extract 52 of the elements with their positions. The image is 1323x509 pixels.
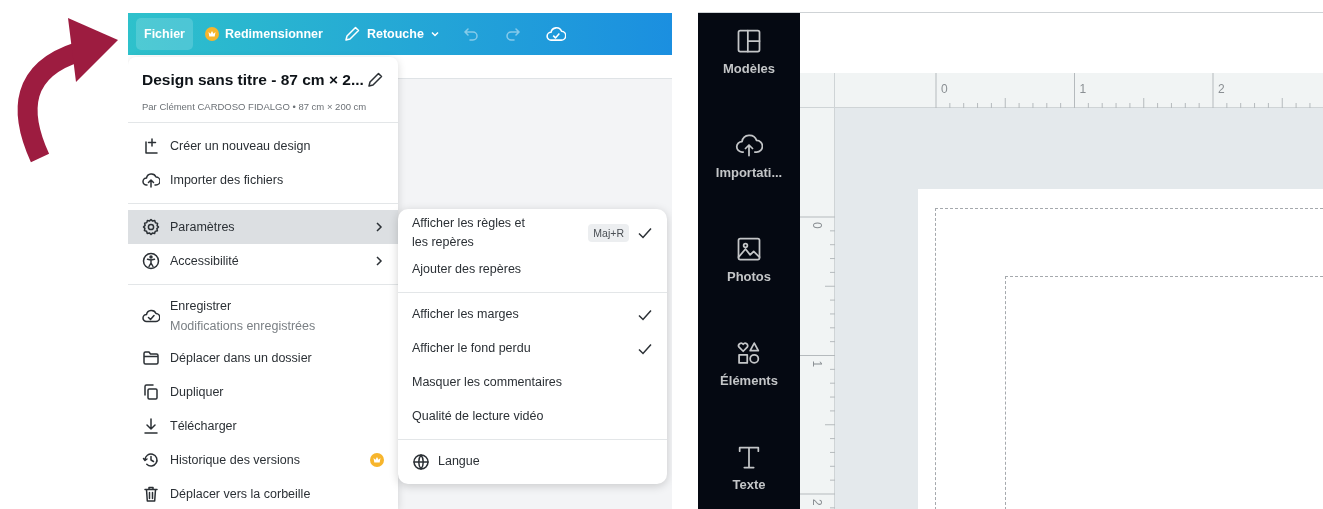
cloud-check-icon <box>545 24 566 44</box>
menu-item[interactable]: Accessibilité <box>128 244 398 278</box>
cloud-upload-icon <box>735 131 763 159</box>
cloud-check-icon <box>142 307 160 325</box>
globe-icon <box>412 452 430 471</box>
menu-item[interactable]: Déplacer dans un dossier <box>128 341 398 375</box>
redo-icon <box>503 25 522 43</box>
ruler-label: 1 <box>1079 82 1087 96</box>
design-info: Par Clément CARDOSO FIDALGO • 87 cm × 200 cm <box>142 101 368 112</box>
menu-item[interactable]: Afficher les marges <box>398 297 667 332</box>
ruler-label: 1 <box>810 360 824 368</box>
menu-item[interactable]: Paramètres <box>128 210 398 244</box>
image-icon <box>735 235 763 263</box>
accessibility-icon <box>142 252 160 270</box>
menu-item[interactable]: Masquer les commentaires <box>398 365 667 400</box>
pencil-icon <box>342 25 361 43</box>
download-icon <box>142 417 160 435</box>
design-title: Design sans titre - 87 cm × 2... <box>142 71 364 89</box>
menu-item[interactable]: Déplacer vers la corbeille <box>128 477 398 509</box>
folder-icon <box>142 349 160 367</box>
menu-item[interactable]: Qualité de lecture vidéo <box>398 399 667 434</box>
menu-item[interactable]: Historique des versions <box>128 443 398 477</box>
sidebar-item[interactable]: Importati... <box>715 131 783 180</box>
sidebar-item[interactable]: Texte <box>732 443 766 492</box>
menu-item[interactable]: Créer un nouveau design <box>128 129 398 163</box>
caret-icon <box>429 29 440 39</box>
ruler-label: 0 <box>941 82 948 96</box>
menu-item[interactable]: Importer des fichiers <box>128 163 398 197</box>
layout-icon <box>735 27 763 55</box>
sidebar-item[interactable]: Modèles <box>723 27 775 76</box>
menu-item[interactable]: Afficher les règles et les repères Maj+R <box>398 214 667 253</box>
pencil-icon[interactable] <box>366 71 384 89</box>
cloud-upload-icon <box>142 171 160 189</box>
crown-icon <box>205 27 219 41</box>
history-icon <box>142 451 160 469</box>
menu-item[interactable]: Enregistrer Modifications enregistrées <box>128 291 398 341</box>
shortcut-badge: Maj+R <box>588 224 629 243</box>
trash-icon <box>142 485 160 503</box>
copy-icon <box>142 383 160 401</box>
ruler-label: 2 <box>810 499 824 506</box>
sidebar-item[interactable]: Éléments <box>720 339 778 388</box>
settings-icon <box>142 218 160 236</box>
menu-item[interactable]: Ajouter des repères <box>398 252 667 287</box>
menu-item[interactable]: Télécharger <box>128 409 398 443</box>
menu-item[interactable]: Langue <box>398 444 667 479</box>
menu-item[interactable]: Dupliquer <box>128 375 398 409</box>
menu-item[interactable]: Afficher le fond perdu <box>398 331 667 366</box>
ruler-corner <box>800 73 835 108</box>
ruler-label: 2 <box>1218 82 1225 96</box>
sidebar-item[interactable]: Photos <box>726 235 772 284</box>
ruler-label: 0 <box>810 222 824 229</box>
undo-icon <box>461 25 480 43</box>
